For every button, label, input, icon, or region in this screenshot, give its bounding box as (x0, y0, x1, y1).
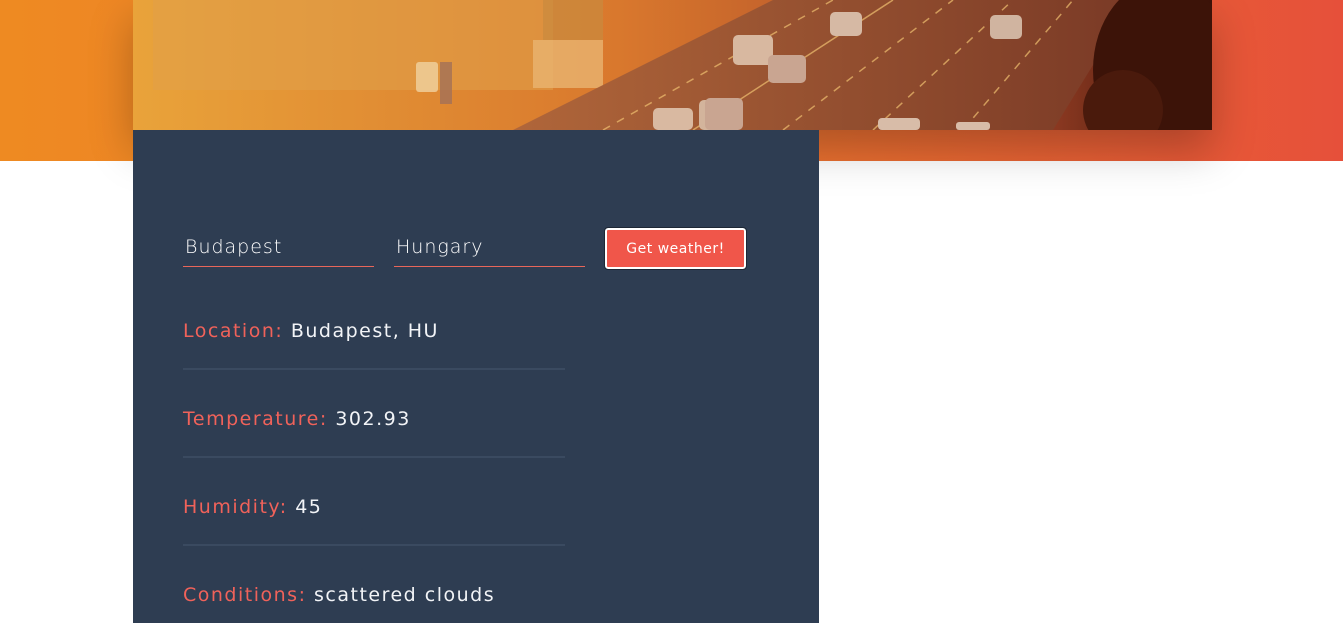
hero-image (133, 0, 1212, 130)
conditions-label: Conditions: (183, 584, 307, 606)
temperature-row: Temperature: 302.93 (183, 408, 565, 430)
weather-panel: Get weather! Location: Budapest, HU Temp… (133, 130, 819, 623)
location-row: Location: Budapest, HU (183, 320, 565, 342)
city-input[interactable] (183, 227, 374, 267)
conditions-row: Conditions: scattered clouds (183, 584, 565, 606)
humidity-value: 45 (295, 496, 323, 518)
location-value: Budapest, HU (290, 320, 439, 342)
humidity-label: Humidity: (183, 496, 288, 518)
divider (183, 456, 565, 458)
temperature-label: Temperature: (183, 408, 328, 430)
divider (183, 544, 565, 546)
humidity-row: Humidity: 45 (183, 496, 565, 518)
conditions-value: scattered clouds (314, 584, 496, 606)
divider (183, 368, 565, 370)
country-input[interactable] (394, 227, 585, 267)
temperature-value: 302.93 (335, 408, 411, 430)
get-weather-button[interactable]: Get weather! (604, 227, 747, 270)
location-label: Location: (183, 320, 284, 342)
